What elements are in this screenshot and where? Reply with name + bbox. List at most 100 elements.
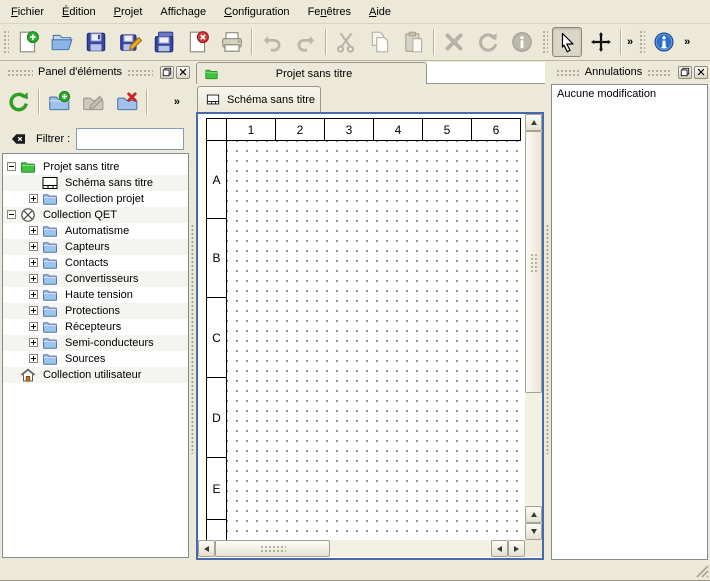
left-splitter[interactable] <box>190 64 195 558</box>
expand-plus-icon[interactable] <box>29 194 38 203</box>
undo-button[interactable] <box>257 27 287 57</box>
collapse-minus-icon[interactable] <box>7 162 16 171</box>
tree-item-recepteurs[interactable]: Récepteurs <box>3 319 188 335</box>
up-arrow-icon <box>531 120 537 125</box>
menu-affichage[interactable]: Affichage <box>151 1 215 23</box>
print-button[interactable] <box>217 27 247 57</box>
reload-collections-button[interactable] <box>4 87 34 117</box>
tree-item-semi-conducteurs[interactable]: Semi-conducteurs <box>3 335 188 351</box>
menu-aide[interactable]: Aide <box>360 1 400 23</box>
tools-toolbar-handle[interactable] <box>541 29 548 55</box>
expand-plus-icon[interactable] <box>29 306 38 315</box>
scroll-down-button[interactable] <box>525 523 542 540</box>
menu-projet[interactable]: Projet <box>105 1 152 23</box>
tree-item-label: Protections <box>65 303 120 319</box>
scroll-right-button[interactable] <box>508 540 525 557</box>
new-category-button[interactable] <box>44 87 74 117</box>
application-window: FichierÉditionProjetAffichageConfigurati… <box>0 0 710 581</box>
expand-plus-icon[interactable] <box>29 338 38 347</box>
tree-item-convertisseurs[interactable]: Convertisseurs <box>3 271 188 287</box>
undo-list[interactable]: Aucune modification <box>551 84 708 560</box>
vertical-scroll-thumb[interactable] <box>525 131 542 393</box>
tree-item-collection-utilisateur[interactable]: Collection utilisateur <box>3 367 188 383</box>
tree-item-label: Projet sans titre <box>43 159 119 175</box>
delete-category-icon <box>115 90 139 114</box>
tree-item-sources[interactable]: Sources <box>3 351 188 367</box>
tree-item-schema-sans-titre[interactable]: Schéma sans titre <box>3 175 188 191</box>
move-tool-button[interactable] <box>586 27 616 57</box>
copy-icon <box>368 30 392 54</box>
float-button[interactable] <box>678 66 692 79</box>
right-splitter[interactable] <box>545 64 550 558</box>
info-blue-icon <box>653 31 675 53</box>
expand-plus-icon[interactable] <box>29 322 38 331</box>
scroll-left-button[interactable] <box>198 540 215 557</box>
delete-category-button[interactable] <box>112 87 142 117</box>
diagram-view[interactable]: 123456ABCDE <box>196 112 544 560</box>
elements-panel-titlebar[interactable]: Panel d'éléments <box>2 64 190 80</box>
tree-item-protections[interactable]: Protections <box>3 303 188 319</box>
row-header-d: D <box>206 377 227 458</box>
save-as-button[interactable] <box>115 27 145 57</box>
tree-item-collection-qet[interactable]: Collection QET <box>3 207 188 223</box>
tools-overflow-chevron[interactable]: » <box>627 36 633 48</box>
expand-plus-icon[interactable] <box>29 274 38 283</box>
expand-plus-icon[interactable] <box>29 258 38 267</box>
scroll-up-button-2[interactable] <box>525 506 542 523</box>
tree-item-projet-sans-titre[interactable]: Projet sans titre <box>3 159 188 175</box>
delete-icon <box>442 30 466 54</box>
float-button[interactable] <box>160 66 174 79</box>
close-button[interactable] <box>176 66 190 79</box>
expand-plus-icon[interactable] <box>29 290 38 299</box>
qet-symbol-icon <box>20 207 36 223</box>
horizontal-scroll-thumb[interactable] <box>215 540 330 557</box>
expand-plus-icon[interactable] <box>29 242 38 251</box>
redo-button[interactable] <box>291 27 321 57</box>
undo-panel-titlebar[interactable]: Annulations <box>551 64 708 80</box>
toolbar-separator <box>38 89 40 115</box>
save-all-button[interactable] <box>149 27 179 57</box>
undo-list-item[interactable]: Aucune modification <box>552 85 707 103</box>
open-document-button[interactable] <box>47 27 77 57</box>
save-button[interactable] <box>81 27 111 57</box>
close-button[interactable] <box>694 66 708 79</box>
copy-button[interactable] <box>365 27 395 57</box>
scroll-left-button-2[interactable] <box>491 540 508 557</box>
tree-item-automatisme[interactable]: Automatisme <box>3 223 188 239</box>
clear-filter-button[interactable] <box>6 129 30 149</box>
elements-toolbar-overflow-chevron[interactable]: » <box>174 96 180 108</box>
tree-item-contacts[interactable]: Contacts <box>3 255 188 271</box>
paste-button[interactable] <box>399 27 429 57</box>
rotate-button[interactable] <box>473 27 503 57</box>
cut-button[interactable] <box>331 27 361 57</box>
edit-category-button[interactable] <box>78 87 108 117</box>
column-header-1: 1 <box>226 118 276 141</box>
menu-fichier[interactable]: Fichier <box>2 1 53 23</box>
info-blue-button[interactable] <box>649 27 679 57</box>
menu-configuration[interactable]: Configuration <box>215 1 298 23</box>
help-toolbar-handle[interactable] <box>638 29 645 55</box>
save-all-icon <box>152 30 176 54</box>
tree-item-collection-projet[interactable]: Collection projet <box>3 191 188 207</box>
menu-edition[interactable]: Édition <box>53 1 105 23</box>
new-document-button[interactable] <box>13 27 43 57</box>
filter-input[interactable] <box>76 128 184 150</box>
expand-plus-icon[interactable] <box>29 354 38 363</box>
selection-arrow-button[interactable] <box>552 27 582 57</box>
help-overflow-chevron[interactable]: » <box>684 36 690 48</box>
tree-item-haute-tension[interactable]: Haute tension <box>3 287 188 303</box>
close-document-button[interactable] <box>183 27 213 57</box>
file-toolbar-handle[interactable] <box>2 29 9 55</box>
collapse-minus-icon[interactable] <box>7 210 16 219</box>
menu-fenetres[interactable]: Fenêtres <box>299 1 360 23</box>
expand-plus-icon[interactable] <box>29 226 38 235</box>
scroll-up-button[interactable] <box>525 114 542 131</box>
vertical-scrollbar[interactable] <box>525 114 542 540</box>
horizontal-scrollbar[interactable] <box>198 540 525 557</box>
object-info-button[interactable] <box>507 27 537 57</box>
delete-button[interactable] <box>439 27 469 57</box>
tab-project[interactable]: Projet sans titre <box>196 62 427 84</box>
tab-schema[interactable]: Schéma sans titre <box>197 86 321 112</box>
tree-item-capteurs[interactable]: Capteurs <box>3 239 188 255</box>
window-resize-grip[interactable] <box>695 564 709 578</box>
